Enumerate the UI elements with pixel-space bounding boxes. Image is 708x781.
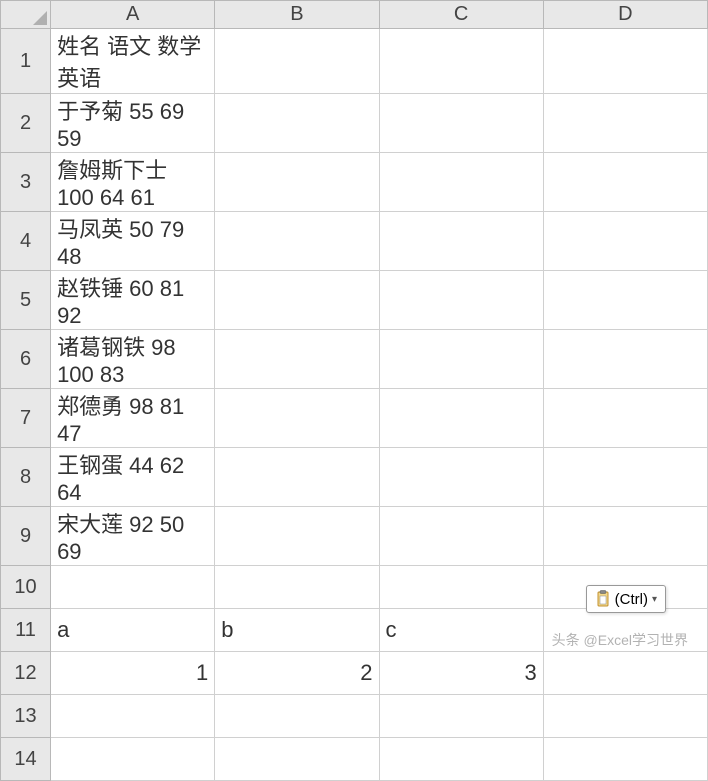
- cell-A4[interactable]: 马凤英 50 79 48: [51, 212, 215, 271]
- row-header-6[interactable]: 6: [1, 330, 51, 389]
- cell-B12[interactable]: 2: [215, 652, 379, 695]
- row-12: 12 1 2 3: [1, 652, 708, 695]
- row-header-13[interactable]: 13: [1, 695, 51, 738]
- cell-C7[interactable]: [379, 389, 543, 448]
- cell-D13[interactable]: [543, 695, 707, 738]
- cell-C1[interactable]: [379, 29, 543, 94]
- cell-A10[interactable]: [51, 566, 215, 609]
- cell-D2[interactable]: [543, 94, 707, 153]
- cell-C11[interactable]: c: [379, 609, 543, 652]
- cell-A12[interactable]: 1: [51, 652, 215, 695]
- chevron-down-icon: ▾: [652, 594, 657, 605]
- cell-A9[interactable]: 宋大莲 92 50 69: [51, 507, 215, 566]
- cell-C3[interactable]: [379, 153, 543, 212]
- row-header-7[interactable]: 7: [1, 389, 51, 448]
- row-header-1[interactable]: 1: [1, 29, 51, 94]
- cell-D4[interactable]: [543, 212, 707, 271]
- cell-A14[interactable]: [51, 738, 215, 781]
- row-header-11[interactable]: 11: [1, 609, 51, 652]
- column-header-row: A B C D: [1, 1, 708, 29]
- cell-B1[interactable]: [215, 29, 379, 94]
- watermark-text: 头条 @Excel学习世界: [552, 630, 688, 650]
- cell-A3[interactable]: 詹姆斯下士 100 64 61: [51, 153, 215, 212]
- row-4: 4 马凤英 50 79 48: [1, 212, 708, 271]
- corner-triangle-icon: [33, 11, 47, 25]
- cell-C13[interactable]: [379, 695, 543, 738]
- cell-A1[interactable]: 姓名 语文 数学 英语: [51, 29, 215, 94]
- row-13: 13: [1, 695, 708, 738]
- row-7: 7 郑德勇 98 81 47: [1, 389, 708, 448]
- cell-B9[interactable]: [215, 507, 379, 566]
- cell-B14[interactable]: [215, 738, 379, 781]
- row-header-2[interactable]: 2: [1, 94, 51, 153]
- cell-A8[interactable]: 王钢蛋 44 62 64: [51, 448, 215, 507]
- cell-D1[interactable]: [543, 29, 707, 94]
- row-header-9[interactable]: 9: [1, 507, 51, 566]
- cell-C5[interactable]: [379, 271, 543, 330]
- cell-B10[interactable]: [215, 566, 379, 609]
- cell-A7[interactable]: 郑德勇 98 81 47: [51, 389, 215, 448]
- cell-B11[interactable]: b: [215, 609, 379, 652]
- cell-A5[interactable]: 赵铁锤 60 81 92: [51, 271, 215, 330]
- row-header-8[interactable]: 8: [1, 448, 51, 507]
- cell-D14[interactable]: [543, 738, 707, 781]
- cell-D12[interactable]: [543, 652, 707, 695]
- cell-A13[interactable]: [51, 695, 215, 738]
- cell-A11[interactable]: a: [51, 609, 215, 652]
- cell-C9[interactable]: [379, 507, 543, 566]
- cell-D6[interactable]: [543, 330, 707, 389]
- cell-B7[interactable]: [215, 389, 379, 448]
- row-header-12[interactable]: 12: [1, 652, 51, 695]
- cell-C8[interactable]: [379, 448, 543, 507]
- cell-C4[interactable]: [379, 212, 543, 271]
- row-5: 5 赵铁锤 60 81 92: [1, 271, 708, 330]
- row-header-5[interactable]: 5: [1, 271, 51, 330]
- row-6: 6 诸葛钢铁 98 100 83: [1, 330, 708, 389]
- cell-B2[interactable]: [215, 94, 379, 153]
- paste-options-button[interactable]: (Ctrl) ▾: [586, 585, 666, 613]
- cell-B6[interactable]: [215, 330, 379, 389]
- clipboard-icon: [595, 590, 611, 608]
- col-header-C[interactable]: C: [379, 1, 543, 29]
- spreadsheet-grid: A B C D 1 姓名 语文 数学 英语 2 于予菊 55 69 59 3 詹…: [0, 0, 708, 781]
- row-8: 8 王钢蛋 44 62 64: [1, 448, 708, 507]
- cell-C12[interactable]: 3: [379, 652, 543, 695]
- cell-D3[interactable]: [543, 153, 707, 212]
- cell-D9[interactable]: [543, 507, 707, 566]
- col-header-B[interactable]: B: [215, 1, 379, 29]
- cell-A6[interactable]: 诸葛钢铁 98 100 83: [51, 330, 215, 389]
- cell-B13[interactable]: [215, 695, 379, 738]
- cell-C2[interactable]: [379, 94, 543, 153]
- cell-B3[interactable]: [215, 153, 379, 212]
- cell-B5[interactable]: [215, 271, 379, 330]
- cell-D8[interactable]: [543, 448, 707, 507]
- cell-B8[interactable]: [215, 448, 379, 507]
- cell-A2[interactable]: 于予菊 55 69 59: [51, 94, 215, 153]
- row-2: 2 于予菊 55 69 59: [1, 94, 708, 153]
- cell-D5[interactable]: [543, 271, 707, 330]
- cell-C10[interactable]: [379, 566, 543, 609]
- col-header-D[interactable]: D: [543, 1, 707, 29]
- cell-B4[interactable]: [215, 212, 379, 271]
- row-9: 9 宋大莲 92 50 69: [1, 507, 708, 566]
- col-header-A[interactable]: A: [51, 1, 215, 29]
- cell-D7[interactable]: [543, 389, 707, 448]
- row-1: 1 姓名 语文 数学 英语: [1, 29, 708, 94]
- cell-C6[interactable]: [379, 330, 543, 389]
- row-3: 3 詹姆斯下士 100 64 61: [1, 153, 708, 212]
- cell-C14[interactable]: [379, 738, 543, 781]
- row-header-10[interactable]: 10: [1, 566, 51, 609]
- row-header-4[interactable]: 4: [1, 212, 51, 271]
- row-14: 14: [1, 738, 708, 781]
- paste-options-label: (Ctrl): [615, 591, 648, 608]
- row-header-14[interactable]: 14: [1, 738, 51, 781]
- row-header-3[interactable]: 3: [1, 153, 51, 212]
- select-all-corner[interactable]: [1, 1, 51, 29]
